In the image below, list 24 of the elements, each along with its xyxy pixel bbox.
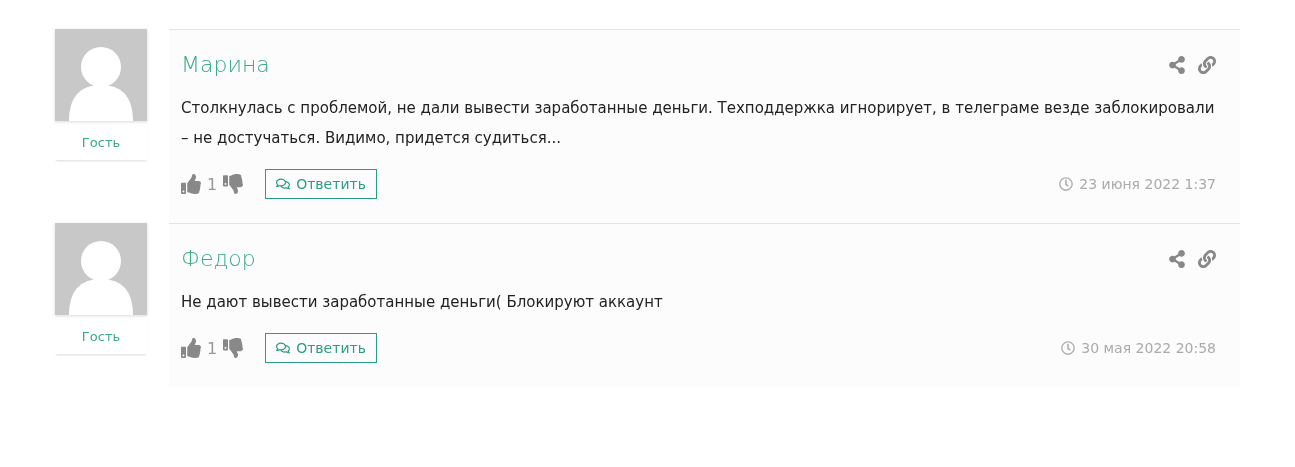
reply-button[interactable]: Ответить	[265, 169, 377, 199]
speech-bubbles-icon	[276, 177, 291, 191]
thumbs-up-icon[interactable]	[181, 174, 201, 194]
author-name: Федор	[181, 246, 256, 271]
clock-icon	[1059, 177, 1074, 191]
user-role: Гость	[55, 315, 147, 354]
comment-date: 30 мая 2022 20:58	[1081, 340, 1216, 356]
share-icon[interactable]	[1168, 249, 1186, 268]
comment-date: 23 июня 2022 1:37	[1079, 176, 1216, 192]
author-name: Марина	[181, 52, 270, 77]
thumbs-down-icon[interactable]	[223, 338, 244, 358]
thumbs-up-icon[interactable]	[181, 338, 201, 358]
speech-bubbles-icon	[276, 341, 291, 355]
link-icon[interactable]	[1198, 249, 1216, 268]
reply-button[interactable]: Ответить	[265, 333, 377, 363]
comment-text: Столкнулась с проблемой, не дали вывести заработанные деньги. Техподдержка игнорирует, в телеграме везде заблокировали – не достучаться. Видимо, придется судиться...	[181, 98, 1216, 149]
like-count: 1	[207, 174, 218, 194]
comment-text: Не дают вывести заработанные деньги( Блокируют аккаунт	[181, 292, 664, 313]
thumbs-down-icon[interactable]	[223, 174, 244, 194]
like-count: 1	[207, 338, 218, 358]
link-icon[interactable]	[1198, 55, 1216, 74]
clock-icon	[1061, 341, 1076, 355]
user-role: Гость	[55, 121, 147, 160]
share-icon[interactable]	[1168, 55, 1186, 74]
